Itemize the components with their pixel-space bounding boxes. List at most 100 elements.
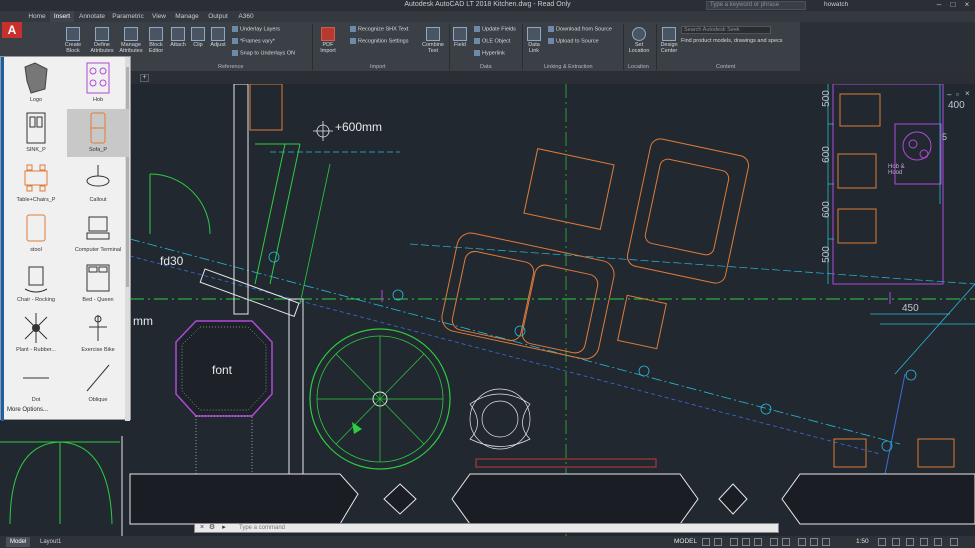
lineweight-icon[interactable] xyxy=(782,538,790,546)
maximize-icon[interactable]: □ xyxy=(946,0,960,11)
tab-a360[interactable]: A360 xyxy=(234,11,258,22)
ortho-icon[interactable] xyxy=(730,538,738,546)
osnap-icon[interactable] xyxy=(754,538,762,546)
palette-item-computer-terminal[interactable]: Computer Terminal xyxy=(67,209,129,257)
palette-item-table-chairs[interactable]: Table+Chairs_P xyxy=(5,159,67,207)
tool-palette: Logo Hob SINK_P Sofa_P Table+Chairs_P Ca… xyxy=(0,56,131,421)
tab-view[interactable]: View xyxy=(148,11,170,22)
palette-item-bed-queen[interactable]: Bed - Queen xyxy=(67,259,129,307)
new-tab-button[interactable]: + xyxy=(140,74,149,82)
palette-item-callout[interactable]: Callout xyxy=(67,159,129,207)
annotation-scale[interactable]: 1:50 xyxy=(856,536,869,548)
recognize-shx-button[interactable]: Recognize SHX Text xyxy=(350,26,408,33)
command-input[interactable]: Type a command xyxy=(239,524,285,532)
clean-screen-icon[interactable] xyxy=(934,538,942,546)
otrack-icon[interactable] xyxy=(770,538,778,546)
hardware-acceleration-icon[interactable] xyxy=(920,538,928,546)
seek-search-input[interactable]: Search Autodesk Seek xyxy=(681,26,771,34)
panel-title-data: Data xyxy=(480,64,492,70)
viewport-minimize-icon[interactable]: – xyxy=(947,90,951,99)
manage-attributes-label: Manage Attributes xyxy=(119,42,143,54)
design-center-button[interactable]: Design Center xyxy=(657,27,681,54)
tab-manage[interactable]: Manage xyxy=(172,11,202,22)
grid-icon[interactable] xyxy=(702,538,710,546)
manage-attributes-button[interactable]: Manage Attributes xyxy=(118,27,144,54)
block-editor-button[interactable]: Block Editor xyxy=(146,27,166,54)
palette-item-stool[interactable]: stool xyxy=(5,209,67,257)
field-button[interactable]: Field xyxy=(452,27,468,48)
wrench-icon[interactable]: ⚙ xyxy=(207,524,217,532)
tab-home[interactable]: Home xyxy=(24,11,50,22)
recognition-settings-button[interactable]: Recognition Settings xyxy=(350,38,408,45)
tab-annotate[interactable]: Annotate xyxy=(76,11,108,22)
attach-icon xyxy=(171,27,185,41)
palette-strip[interactable] xyxy=(1,57,4,421)
palette-item-sofa[interactable]: Sofa_P xyxy=(67,109,129,157)
create-block-button[interactable]: Create Block xyxy=(62,27,84,54)
dot-line-icon xyxy=(21,361,51,395)
dimension-5: 5 xyxy=(942,132,948,142)
palette-item-oblique[interactable]: Oblique xyxy=(67,359,129,407)
close-icon[interactable]: × xyxy=(197,524,207,532)
clip-button[interactable]: Clip xyxy=(190,27,206,48)
underlay-layers-label: Underlay Layers xyxy=(240,26,281,33)
hyperlink-button[interactable]: Hyperlink xyxy=(474,50,505,57)
palette-item-logo[interactable]: Logo xyxy=(5,59,67,107)
tab-layout1[interactable]: Layout1 xyxy=(36,537,65,547)
panel-title-reference[interactable]: Reference xyxy=(218,64,243,70)
palette-item-label: Dot xyxy=(31,397,41,403)
set-location-button[interactable]: Set Location xyxy=(626,27,652,54)
isolate-objects-icon[interactable] xyxy=(906,538,914,546)
upload-to-source-button[interactable]: Upload to Source xyxy=(548,38,599,45)
workspace-gear-icon[interactable] xyxy=(878,538,886,546)
command-line[interactable]: × ⚙ ▸ Type a command xyxy=(194,523,779,533)
palette-item-dot[interactable]: Dot xyxy=(5,359,67,407)
tab-parametric[interactable]: Parametric xyxy=(110,11,146,22)
annotation-monitor-icon[interactable] xyxy=(892,538,900,546)
drawing-canvas[interactable]: +600mm fd30 mm font 500 600 600 500 450 … xyxy=(0,84,975,536)
dimension-450: 450 xyxy=(902,303,919,314)
palette-item-label: Sofa_P xyxy=(88,147,108,153)
viewport-restore-icon[interactable]: ▫ xyxy=(956,90,959,99)
palette-item-exercise-bike[interactable]: Exercise Bike xyxy=(67,309,129,357)
viewport-close-icon[interactable]: × xyxy=(965,89,970,98)
attach-button[interactable]: Attach xyxy=(168,27,188,48)
palette-item-plant-rubber[interactable]: Plant - Rubber... xyxy=(5,309,67,357)
snap-icon[interactable] xyxy=(714,538,722,546)
user-name[interactable]: howatch xyxy=(824,1,848,8)
palette-item-chair-rocking[interactable]: Chair - Rocking xyxy=(5,259,67,307)
combine-text-button[interactable]: Combine Text xyxy=(420,27,446,54)
more-options-link[interactable]: More Options... xyxy=(7,407,48,413)
ole-object-button[interactable]: OLE Object xyxy=(474,38,510,45)
tab-model[interactable]: Model xyxy=(6,537,31,547)
adjust-button[interactable]: Adjust xyxy=(208,27,228,48)
minimize-icon[interactable]: – xyxy=(932,0,946,11)
annotation-visibility-icon[interactable] xyxy=(822,538,830,546)
panel-title-linking: Linking & Extraction xyxy=(544,64,593,70)
palette-item-sink[interactable]: SINK_P xyxy=(5,109,67,157)
update-fields-button[interactable]: Update Fields xyxy=(474,26,516,33)
model-space-label[interactable]: MODEL xyxy=(674,536,697,548)
polar-icon[interactable] xyxy=(742,538,750,546)
download-from-source-button[interactable]: Download from Source xyxy=(548,26,612,33)
transparency-icon[interactable] xyxy=(798,538,806,546)
tab-output[interactable]: Output xyxy=(204,11,232,22)
selection-cycling-icon[interactable] xyxy=(810,538,818,546)
search-input[interactable]: Type a keyword or phrase xyxy=(706,1,806,10)
stair-arrow xyxy=(352,422,362,434)
close-icon[interactable]: × xyxy=(960,0,974,11)
frames-vary-select[interactable]: *Frames vary* xyxy=(232,38,275,45)
tab-insert[interactable]: Insert xyxy=(50,11,74,22)
block-editor-icon xyxy=(149,27,163,41)
snap-underlays-button[interactable]: Snap to Underlays ON xyxy=(232,50,295,57)
autocad-logo[interactable]: A xyxy=(2,22,22,38)
customization-icon[interactable] xyxy=(950,538,958,546)
data-link-button[interactable]: Data Link xyxy=(524,27,544,54)
pdf-import-button[interactable]: PDF Import xyxy=(316,27,340,54)
wall-angled xyxy=(199,268,300,317)
palette-item-hob[interactable]: Hob xyxy=(67,59,129,107)
dimension-600mm: +600mm xyxy=(335,120,383,134)
ribbon-divider xyxy=(522,24,523,70)
underlay-layers-button[interactable]: Underlay Layers xyxy=(232,26,280,33)
define-attributes-button[interactable]: Define Attributes xyxy=(88,27,116,54)
